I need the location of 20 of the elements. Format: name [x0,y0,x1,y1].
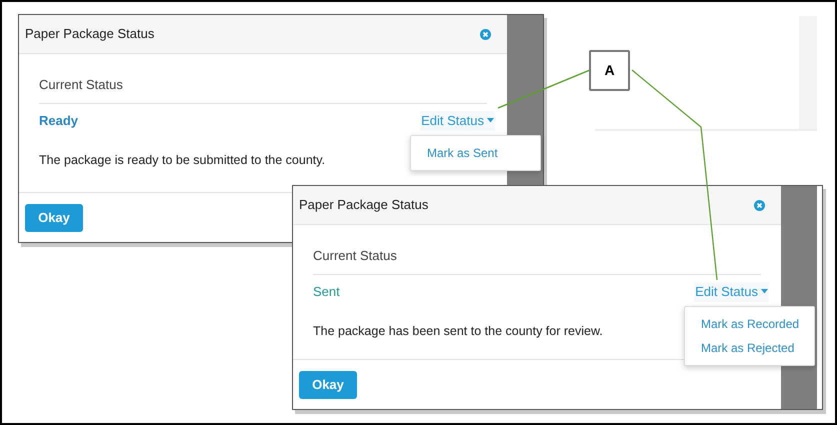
section-label: Current Status [39,77,123,92]
caret-icon [761,289,768,294]
edit-status-dropdown[interactable]: Edit Status [420,111,495,130]
status-description: The package has been sent to the county for review. [313,324,603,338]
edit-status-dropdown[interactable]: Edit Status [694,282,769,302]
status-text: Sent [313,283,340,301]
dialog-title: Paper Package Status [25,25,154,44]
status-text: Ready [39,112,78,130]
status-description: The package is ready to be submitted to the county. [39,152,326,166]
menu-item[interactable]: Mark as Recorded [685,312,814,336]
close-icon[interactable] [480,28,491,40]
callout-label: A [589,50,630,91]
menu-item[interactable]: Mark as Rejected [685,336,814,360]
caret-icon [487,118,494,124]
menu-item[interactable]: Mark as Sent [411,141,540,165]
section-label: Current Status [313,248,397,263]
okay-button[interactable]: Okay [299,370,357,398]
dialog-title: Paper Package Status [299,196,428,214]
okay-button[interactable]: Okay [25,204,83,232]
close-icon[interactable] [754,200,765,210]
